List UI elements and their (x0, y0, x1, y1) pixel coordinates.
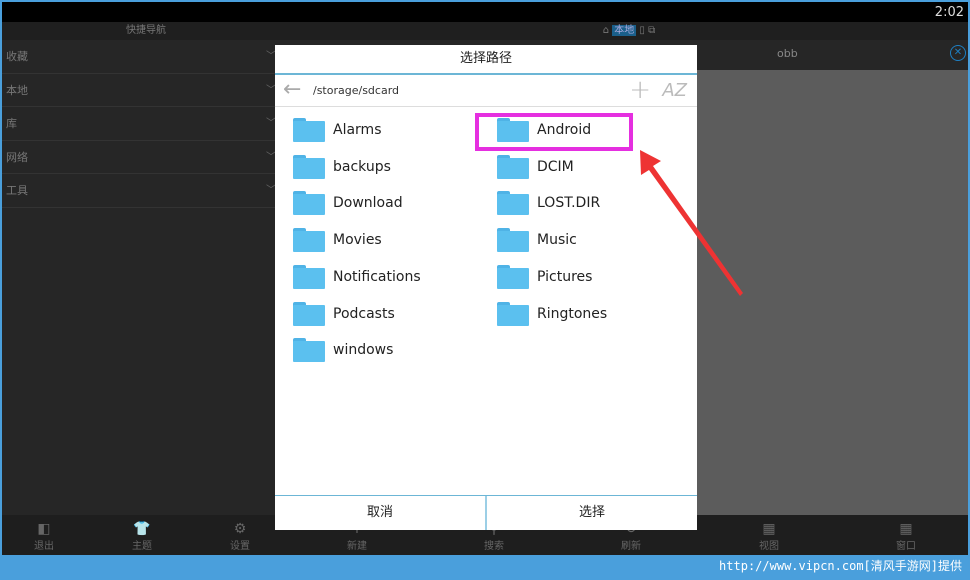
arrow-shape (640, 150, 743, 296)
watermark: http://www.vipcn.com[清风手游网]提供 (719, 559, 962, 573)
annotation-arrow (640, 150, 743, 296)
